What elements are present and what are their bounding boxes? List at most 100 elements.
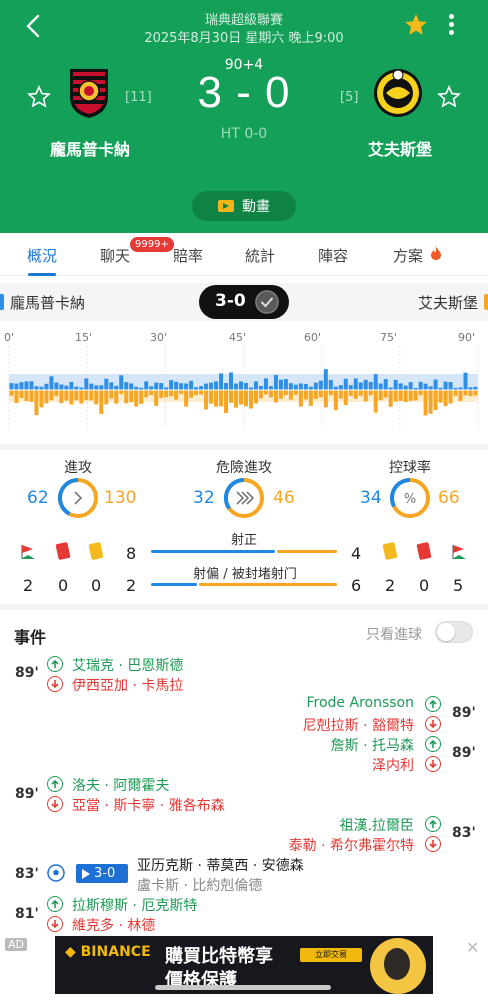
home-team-name[interactable]: 龐馬普卡納 [30,136,150,160]
away-momentum-bar [184,390,189,407]
possession-away-value: 66 [438,488,460,508]
svg-text:%: % [404,492,416,507]
sub-in-arrow-icon [47,656,63,672]
home-momentum-bar [358,382,363,390]
home-momentum-bar [313,382,318,390]
home-momentum-bar [408,382,413,390]
away-momentum-bar [164,390,169,398]
home-red-value: 0 [58,576,69,595]
away-momentum-bar [258,390,263,399]
away-momentum-bar [298,390,303,407]
sub-out-player[interactable]: 泽内利 [372,755,414,775]
section-divider [0,604,488,610]
timeline-tick: 0' [4,331,15,344]
home-momentum-bar [184,383,189,390]
sub-in-player[interactable]: 洛夫 · 阿爾霍夫 [72,775,169,795]
away-momentum-bar [54,390,59,397]
football-icon [47,864,65,882]
away-team-logo[interactable] [370,67,426,119]
away-team-name[interactable]: 艾夫斯堡 [340,136,460,160]
away-momentum-bar [403,390,408,402]
away-momentum-bar [24,390,29,401]
timeline-tick: 45' [229,331,247,344]
sub-out-player[interactable]: 尼剋拉斯 · 豁爾特 [303,715,414,735]
tab-odds[interactable]: 賠率 [173,245,203,266]
home-momentum-bar [353,378,358,390]
away-momentum-bar [318,390,323,398]
tab-chat[interactable]: 聊天 [100,245,130,266]
more-options-icon[interactable] [444,12,458,40]
home-yellow-value: 0 [91,576,102,595]
away-momentum-bar [149,390,154,396]
tab-plans[interactable]: 方案 [393,245,423,266]
home-team-logo[interactable] [66,67,112,119]
close-ad-icon[interactable]: ✕ [466,938,479,957]
event-minute: 89' [452,705,476,721]
scorebar-score-pill[interactable]: 3-0 [199,285,289,319]
timeline-tick: 30' [150,331,168,344]
tab-lineups[interactable]: 陣容 [318,245,348,266]
event-minute: 81' [15,906,39,922]
home-momentum-bar [239,381,243,390]
home-momentum-bar [433,379,438,390]
sub-in-player[interactable]: 艾瑞克 · 巴恩斯德 [72,655,183,675]
away-momentum-bar [453,390,458,396]
away-momentum-bar [303,390,308,400]
home-momentum-bar [234,383,239,390]
possession-home-value: 34 [360,488,382,508]
sub-out-player[interactable]: 伊西亞加 · 卡馬拉 [72,675,183,695]
sub-in-player[interactable]: 詹斯 · 托马森 [331,735,414,755]
sub-in-player[interactable]: 拉斯穆斯 · 厄克斯特 [72,895,197,915]
away-momentum-bar [308,390,313,406]
home-momentum-bar [338,385,343,390]
home-momentum-bar [253,381,258,390]
goal-assist[interactable]: 盧卡斯 · 比約剋倫德 [137,875,262,895]
home-momentum-bar [99,385,104,390]
sub-out-player[interactable]: 維克多 · 林德 [72,915,155,935]
home-indicator[interactable] [155,985,331,990]
match-momentum-timeline[interactable]: 0' 15' 30' 45' 60' 75' 90' [0,328,488,443]
follow-home-star-icon[interactable] [27,85,51,109]
away-momentum-bar [119,390,124,395]
away-momentum-bar [323,390,328,408]
home-momentum-bar [94,385,99,390]
away-corners-value: 5 [453,576,464,595]
follow-away-star-icon[interactable] [437,85,461,109]
sub-out-player[interactable]: 亞當 · 斯卡寧 · 雅各布森 [72,795,225,815]
sub-in-player[interactable]: 祖漢.拉爾臣 [340,815,414,835]
home-momentum-bar [229,372,234,390]
tab-overview[interactable]: 概況 [27,245,57,266]
home-momentum-bar [288,383,293,390]
away-color-marker [484,294,488,310]
home-momentum-bar [9,383,14,390]
away-momentum-bar [84,390,89,401]
home-momentum-bar [49,376,54,390]
on-target-away-bar [277,550,337,553]
home-corner-flag-icon [21,545,35,559]
sub-in-player[interactable]: Frode Aronsson [307,695,415,711]
home-momentum-bar [224,383,229,390]
goal-scorer[interactable]: 亚历克斯 · 蒂莫西 · 安德森 [137,855,304,875]
sub-out-player[interactable]: 泰勒 · 希尔弗霍尔特 [289,835,414,855]
away-momentum-bar [393,390,398,402]
only-goals-toggle[interactable] [435,621,473,643]
attack-ring-icon [57,477,98,518]
dangerous-away-value: 46 [273,488,295,508]
goal-video-badge[interactable]: 3-0 [76,864,128,883]
home-momentum-bar [333,386,338,390]
ad-cta-button[interactable]: 立即交易 [300,948,362,962]
favorite-star-icon[interactable] [403,12,429,38]
away-momentum-bar [94,390,99,405]
home-momentum-bar [124,382,129,390]
tab-stats[interactable]: 統計 [245,245,275,266]
home-momentum-bar [214,381,219,390]
home-momentum-bar [398,383,403,390]
away-momentum-bar [363,390,368,402]
away-momentum-bar [14,390,19,404]
home-momentum-bar [393,379,398,390]
away-momentum-bar [124,390,129,404]
home-momentum-bar [179,383,184,390]
shots-on-target-away: 4 [351,544,362,563]
animation-button[interactable]: 動畫 [192,191,296,221]
away-momentum-bar [44,390,49,404]
